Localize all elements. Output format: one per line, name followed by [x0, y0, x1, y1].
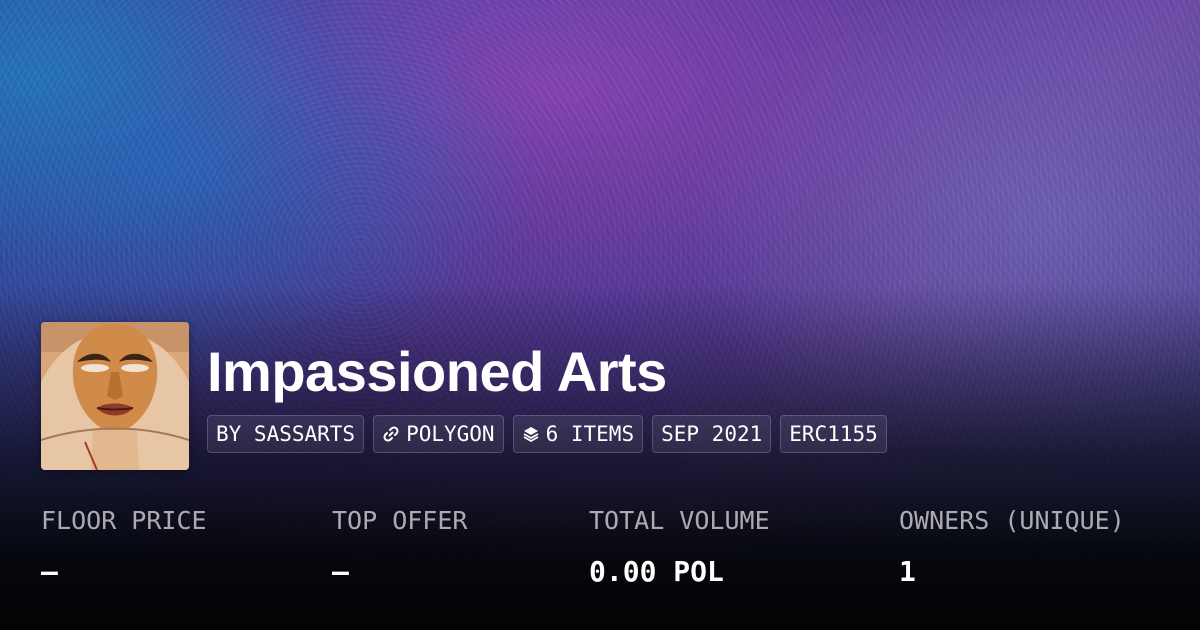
items-chip[interactable]: 6 ITEMS [512, 415, 644, 453]
chain-chip[interactable]: POLYGON [373, 415, 504, 453]
collection-meta-chips: BY SASSARTS POLYGON 6 ITEMS SEP 2021 ERC… [207, 415, 887, 453]
token-standard-chip: ERC1155 [780, 415, 887, 453]
owners-value: 1 [899, 555, 916, 588]
total-volume-stat: TOTAL VOLUME 0.00 POL [589, 505, 770, 590]
created-date-chip: SEP 2021 [652, 415, 772, 453]
floor-price-label: FLOOR PRICE [41, 506, 207, 535]
items-chip-label: 6 ITEMS [545, 422, 635, 446]
layers-icon [522, 425, 540, 443]
creator-chip-label: BY SASSARTS [216, 422, 356, 446]
top-offer-value: – [332, 555, 349, 588]
collection-avatar[interactable] [41, 322, 189, 470]
top-offer-stat: TOP OFFER – [332, 505, 467, 590]
creator-chip[interactable]: BY SASSARTS [207, 415, 365, 453]
token-standard-label: ERC1155 [789, 422, 878, 446]
floor-price-value: – [41, 555, 58, 588]
owners-label: OWNERS (UNIQUE) [899, 506, 1125, 535]
floor-price-stat: FLOOR PRICE – [41, 505, 207, 590]
created-date-label: SEP 2021 [661, 422, 763, 446]
total-volume-label: TOTAL VOLUME [589, 506, 770, 535]
link-icon [382, 425, 400, 443]
total-volume-value: 0.00 POL [589, 555, 724, 588]
collection-title: Impassioned Arts [207, 340, 667, 403]
owners-stat: OWNERS (UNIQUE) 1 [899, 505, 1125, 590]
top-offer-label: TOP OFFER [332, 506, 468, 535]
chain-chip-label: POLYGON [406, 422, 495, 446]
